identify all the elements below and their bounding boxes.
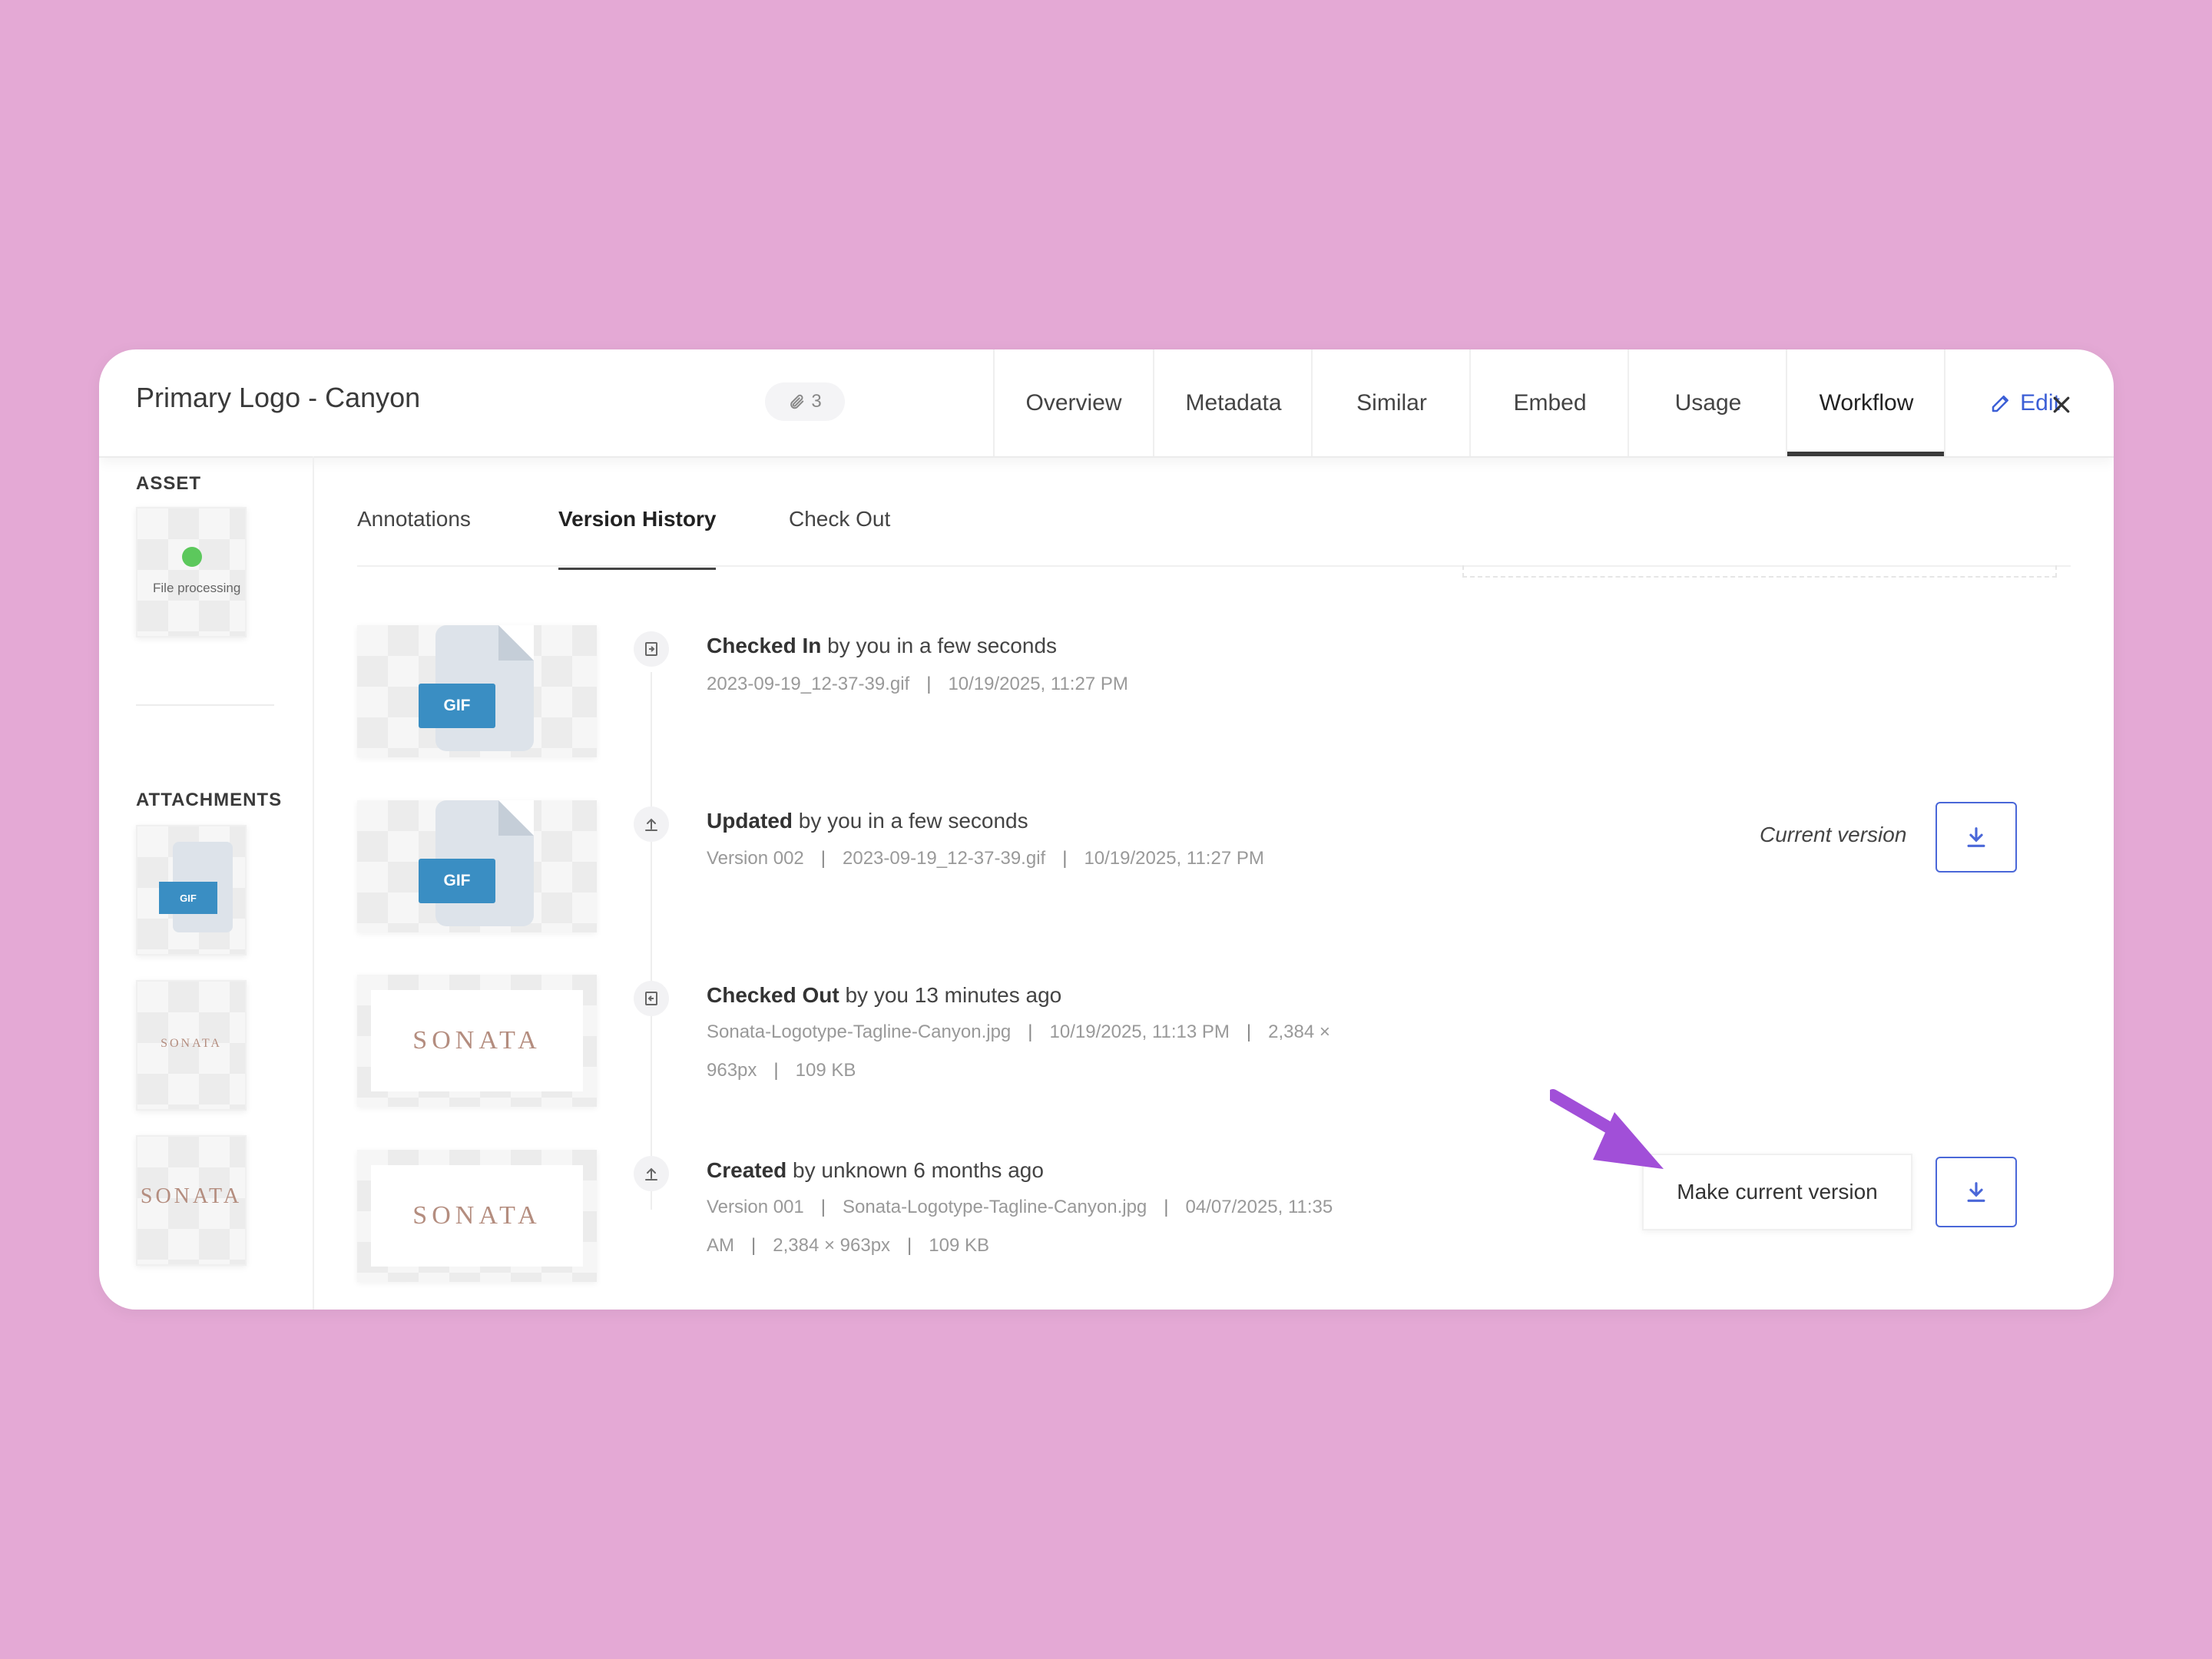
version-meta: Version 002 | 2023-09-19_12-37-39.gif | 10/1… — [707, 848, 1264, 869]
version-title: Created by unknown 6 months ago — [707, 1158, 1044, 1183]
subtab-check-out[interactable]: Check Out — [789, 507, 890, 570]
check-out-icon — [634, 981, 669, 1016]
timeline-line — [651, 672, 652, 1210]
gif-badge: GIF — [159, 882, 217, 914]
timestamp: 10/19/2025, 11:13 PM — [1049, 1022, 1230, 1042]
download-button[interactable] — [1936, 802, 2017, 873]
version-title: Checked Out by you 13 minutes ago — [707, 983, 1061, 1008]
file-name: Sonata-Logotype-Tagline-Canyon.jpg — [707, 1022, 1012, 1042]
tab-label: Workflow — [1819, 389, 1914, 416]
gif-badge: GIF — [419, 859, 495, 903]
version-detail: by you in a few seconds — [821, 634, 1058, 657]
subtab-version-history[interactable]: Version History — [558, 507, 717, 570]
subtab-annotations[interactable]: Annotations — [357, 507, 471, 570]
tab-workflow[interactable]: Workflow — [1786, 349, 1945, 456]
file-size: 109 KB — [795, 1060, 856, 1081]
tab-embed[interactable]: Embed — [1469, 349, 1629, 456]
asset-title: Primary Logo - Canyon — [136, 382, 421, 413]
file-name: 2023-09-19_12-37-39.gif — [843, 848, 1046, 869]
version-meta: Sonata-Logotype-Tagline-Canyon.jpg | 10/19… — [707, 1022, 1330, 1081]
version-number: Version 002 — [707, 848, 804, 869]
timestamp: 10/19/2025, 11:27 PM — [948, 674, 1128, 694]
version-thumbnail[interactable]: SONATA — [357, 1150, 597, 1282]
processing-status-text: File processing — [153, 581, 241, 595]
tab-label: Usage — [1674, 389, 1742, 416]
sonata-logo: SONATA — [140, 1184, 243, 1208]
download-icon — [1967, 827, 1985, 847]
current-version-label: Current version — [1760, 823, 1907, 846]
panel-header: Primary Logo - Canyon 3 Overview Metadat… — [99, 349, 2114, 458]
sidebar-divider — [136, 704, 274, 706]
version-action: Checked In — [707, 634, 822, 657]
tab-metadata[interactable]: Metadata — [1153, 349, 1313, 456]
dimensions: 963px — [707, 1060, 757, 1081]
version-action: Updated — [707, 809, 793, 833]
pencil-icon — [1992, 395, 2009, 412]
tab-overview[interactable]: Overview — [993, 349, 1153, 456]
dimensions: 2,384 × — [1268, 1022, 1330, 1042]
drop-zone-edge — [1462, 565, 2057, 578]
version-detail: by unknown 6 months ago — [786, 1158, 1044, 1182]
version-action: Created — [707, 1158, 787, 1182]
tab-label: Metadata — [1185, 389, 1282, 416]
tab-label: Similar — [1356, 389, 1427, 416]
processing-status-icon — [182, 547, 202, 567]
asset-section-label: ASSET — [136, 473, 202, 494]
download-button[interactable] — [1936, 1157, 2017, 1227]
subtab-label: Check Out — [789, 507, 891, 531]
close-button[interactable] — [2042, 386, 2081, 424]
file-name: Sonata-Logotype-Tagline-Canyon.jpg — [843, 1197, 1147, 1217]
version-detail: by you 13 minutes ago — [839, 983, 1062, 1007]
attachment-count-badge[interactable]: 3 — [765, 382, 845, 421]
download-icon — [1967, 1182, 1985, 1202]
attachment-count: 3 — [811, 391, 822, 412]
pointer-arrow-icon — [1550, 1089, 1664, 1169]
upload-icon — [634, 806, 669, 842]
asset-detail-panel: Primary Logo - Canyon 3 Overview Metadat… — [99, 349, 2114, 1310]
version-thumbnail[interactable]: GIF — [357, 625, 597, 757]
check-in-icon — [634, 631, 669, 667]
timestamp: AM — [707, 1235, 734, 1256]
dimensions: 2,384 × 963px — [773, 1235, 891, 1256]
asset-sidebar: ASSET File processing ATTACHMENTS GIF SO… — [99, 456, 314, 1310]
timestamp: 04/07/2025, 11:35 — [1185, 1197, 1333, 1217]
tab-usage[interactable]: Usage — [1628, 349, 1787, 456]
paperclip-icon — [790, 394, 804, 409]
tab-label: Overview — [1025, 389, 1122, 416]
file-size: 109 KB — [929, 1235, 990, 1256]
file-name: 2023-09-19_12-37-39.gif — [707, 674, 910, 694]
version-thumbnail[interactable]: GIF — [357, 800, 597, 932]
version-title: Updated by you in a few seconds — [707, 809, 1028, 833]
tab-label: Embed — [1513, 389, 1587, 416]
sonata-logo: SONATA — [412, 1026, 541, 1055]
upload-icon — [634, 1156, 669, 1191]
subtab-label: Version History — [558, 507, 717, 531]
version-action: Checked Out — [707, 983, 839, 1007]
asset-thumbnail[interactable]: File processing — [136, 507, 247, 637]
attachments-section-label: ATTACHMENTS — [136, 790, 283, 810]
attachment-item-sonata-2[interactable]: SONATA — [136, 1135, 247, 1266]
gif-badge: GIF — [419, 684, 495, 728]
version-number: Version 001 — [707, 1197, 804, 1217]
version-title: Checked In by you in a few seconds — [707, 634, 1057, 658]
close-icon — [2053, 396, 2070, 413]
attachment-item-gif[interactable]: GIF — [136, 825, 247, 955]
version-detail: by you in a few seconds — [793, 809, 1028, 833]
version-meta: 2023-09-19_12-37-39.gif | 10/19/2025, 11:2… — [707, 674, 1128, 694]
make-current-version-button[interactable]: Make current version — [1642, 1154, 1912, 1230]
sonata-logo: SONATA — [412, 1201, 541, 1230]
sonata-logo: SONATA — [161, 1037, 222, 1050]
version-thumbnail[interactable]: SONATA — [357, 975, 597, 1107]
timestamp: 10/19/2025, 11:27 PM — [1084, 848, 1264, 869]
attachment-item-sonata-1[interactable]: SONATA — [136, 980, 247, 1111]
version-meta: Version 001 | Sonata-Logotype-Tagline-Cany… — [707, 1197, 1333, 1256]
subtab-label: Annotations — [357, 507, 471, 531]
tab-similar[interactable]: Similar — [1311, 349, 1471, 456]
